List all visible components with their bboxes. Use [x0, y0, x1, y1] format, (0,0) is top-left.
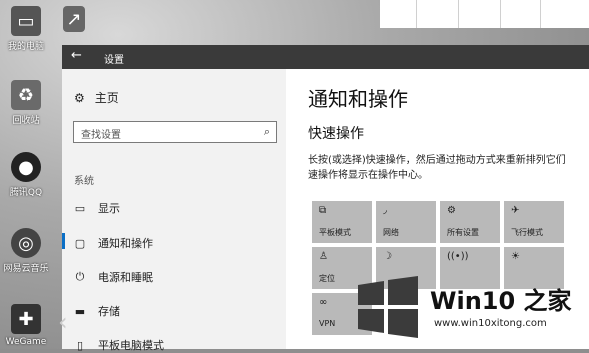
back-arrow-icon[interactable]: ← [71, 48, 82, 63]
monitor-icon: ▭ [74, 201, 86, 215]
watermark-url: www.win10xitong.com [434, 318, 547, 329]
title-bar: ← 设置 [62, 45, 589, 69]
tablet-icon: ▯ [76, 338, 84, 352]
sidebar-item-label: 显示 [98, 202, 120, 215]
desktop-icon-wegame[interactable]: ✚ WeGame [0, 304, 52, 347]
quick-action-airplane[interactable]: ✈ 飞行模式 [504, 201, 564, 243]
desktop-icon-label: 腾讯QQ [9, 188, 43, 198]
tile-label: 所有设置 [447, 228, 479, 237]
section-description: 长按(或选择)快速操作，然后通过拖动方式来重新排列它们 速操作将显示在操作中心。 [308, 153, 566, 183]
quick-action-tablet-mode[interactable]: ⧉ 平板模式 [312, 201, 372, 243]
desktop-icon-recycle-bin[interactable]: ♻ 回收站 [0, 80, 52, 126]
quick-action-all-settings[interactable]: ⚙ 所有设置 [440, 201, 500, 243]
sidebar-item-label: 存储 [98, 305, 120, 318]
quick-action-network[interactable]: ◞ 网络 [376, 201, 436, 243]
watermark: Win10 之家 www.win10xitong.com [352, 265, 589, 349]
airplane-icon: ✈ [511, 205, 520, 216]
netease-music-icon: ◎ [11, 228, 41, 258]
desktop-icon-label: WeGame [5, 337, 47, 347]
sidebar-item-label: 通知和操作 [98, 237, 153, 250]
category-label: 系统 [74, 176, 94, 187]
vpn-icon: ∞ [319, 297, 328, 308]
gear-icon: ⚙ [74, 90, 85, 105]
desktop-icon-netease-music[interactable]: ◎ 网易云音乐 [0, 228, 52, 274]
network-icon: ◞ [383, 205, 387, 216]
power-icon: ⏻ [75, 270, 85, 283]
chevron-left-icon[interactable]: ‹ [58, 308, 68, 336]
desktop-icon-partial[interactable]: ↗ [62, 6, 86, 32]
sidebar-item-tablet[interactable]: ▯ 平板电脑模式 [74, 337, 164, 353]
brightness-icon: ☀ [511, 251, 520, 262]
sidebar-item-label: 电源和睡眠 [98, 271, 153, 284]
desktop-icon-label: 我的电脑 [7, 42, 44, 52]
windows-logo-icon [358, 276, 418, 338]
tile-label: 网络 [383, 228, 399, 237]
watermark-brand: Win10 之家 [430, 287, 572, 315]
desktop-icon-qq[interactable]: ● 腾讯QQ [0, 152, 52, 198]
home-link[interactable]: ⚙ 主页 [74, 89, 119, 106]
location-icon: ♙ [319, 251, 328, 262]
section-heading: 快速操作 [308, 126, 364, 142]
qq-icon: ● [11, 152, 41, 182]
sidebar-item-notifications[interactable]: ▢ 通知和操作 [62, 233, 153, 251]
description-line: 速操作将显示在操作中心。 [308, 170, 428, 181]
page-title: 通知和操作 [308, 87, 408, 111]
sidebar-item-display[interactable]: ▭ 显示 [74, 200, 120, 216]
settings-gear-icon: ⚙ [447, 205, 456, 216]
tablet-mode-icon: ⧉ [319, 205, 327, 216]
desktop-icon-label: 网易云音乐 [3, 264, 49, 274]
sidebar-item-storage[interactable]: ▬ 存储 [74, 303, 120, 319]
moon-icon: ☽ [383, 251, 392, 262]
tile-label: 平板模式 [319, 228, 351, 237]
desktop-icon-label: 回收站 [12, 116, 40, 126]
notification-icon: ▢ [74, 236, 86, 250]
wireless-icon: ((•)) [447, 251, 469, 262]
recycle-bin-icon: ♻ [11, 80, 41, 110]
tile-label: VPN [319, 319, 336, 328]
sidebar-item-label: 平板电脑模式 [98, 339, 164, 352]
description-line: 长按(或选择)快速操作，然后通过拖动方式来重新排列它们 [308, 155, 566, 166]
window-title: 设置 [104, 55, 124, 66]
search-icon: ⌕ [263, 125, 270, 138]
tile-label: 定位 [319, 274, 335, 283]
background-window-strip [380, 0, 589, 28]
desktop-icon-computer[interactable]: ▭ 我的电脑 [0, 6, 52, 52]
search-input[interactable]: 查找设置 ⌕ [73, 121, 277, 143]
tile-label: 飞行模式 [511, 228, 543, 237]
shortcut-icon: ↗ [63, 6, 85, 32]
computer-icon: ▭ [11, 6, 41, 36]
storage-icon: ▬ [74, 304, 86, 318]
wegame-icon: ✚ [11, 304, 41, 334]
settings-sidebar: ⚙ 主页 查找设置 ⌕ 系统 ▭ 显示 ▢ 通知和操作 ⏻ 电源和睡眠 ▬ 存储… [62, 69, 286, 352]
sidebar-item-power[interactable]: ⏻ 电源和睡眠 [74, 269, 153, 285]
search-placeholder: 查找设置 [81, 130, 121, 141]
home-label: 主页 [94, 91, 119, 105]
